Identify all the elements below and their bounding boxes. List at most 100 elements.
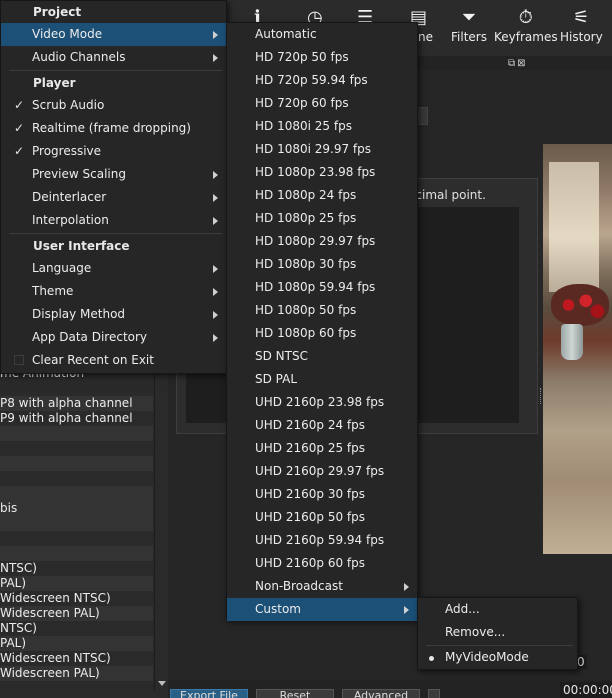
menu-item-display-method[interactable]: Display Method (1, 303, 226, 326)
video-mode-item[interactable]: HD 1080p 30 fps (227, 253, 417, 276)
menu-item-my-video-mode[interactable]: MyVideoMode (418, 646, 577, 669)
submenu-arrow-icon (213, 31, 218, 39)
menu-item-clear-recent[interactable]: Clear Recent on Exit (1, 349, 226, 372)
menu-item-language[interactable]: Language (1, 257, 226, 280)
menu-header-player: Player (33, 76, 76, 90)
menu-item-remove-custom[interactable]: Remove... (418, 621, 577, 644)
submenu-arrow-icon (213, 171, 218, 179)
submenu-arrow-icon (404, 606, 409, 614)
menu-item-progressive[interactable]: ✓ Progressive (1, 140, 226, 163)
video-mode-item[interactable]: UHD 2160p 60 fps (227, 552, 417, 575)
toolbar-history-button[interactable]: ⚟ History (560, 6, 603, 44)
video-mode-item[interactable]: HD 720p 59.94 fps (227, 69, 417, 92)
preset-list-scrollbar[interactable] (154, 360, 168, 690)
scroll-down-arrow-icon[interactable] (158, 681, 166, 686)
menu-item-deinterlacer[interactable]: Deinterlacer (1, 186, 226, 209)
preset-list-item[interactable]: Widescreen PAL) (0, 606, 153, 621)
video-mode-item[interactable]: SD PAL (227, 368, 417, 391)
toolbar-filters-button[interactable]: ⏷ Filters (451, 6, 487, 44)
preset-list-item[interactable]: Widescreen NTSC) (0, 651, 153, 666)
checkmark-icon: ✓ (14, 121, 25, 135)
submenu-arrow-icon (213, 217, 218, 225)
video-mode-item[interactable]: HD 1080p 50 fps (227, 299, 417, 322)
menu-item-theme[interactable]: Theme (1, 280, 226, 303)
menu-header-project: Project (33, 5, 82, 19)
export-file-button[interactable]: Export File (170, 689, 248, 698)
menu-separator (9, 233, 222, 234)
preset-list-item[interactable] (0, 456, 153, 471)
video-mode-menu: Automatic HD 720p 50 fps HD 720p 59.94 fps… (226, 22, 418, 621)
menu-item-interpolation[interactable]: Interpolation (1, 209, 226, 232)
preset-list-item[interactable] (0, 486, 153, 501)
submenu-arrow-icon (213, 194, 218, 202)
radio-bullet-icon (429, 656, 434, 661)
video-mode-item[interactable]: HD 1080p 24 fps (227, 184, 417, 207)
preset-list-item[interactable]: P8 with alpha channel (0, 396, 153, 411)
history-icon: ⚟ (573, 7, 590, 28)
menu-item-audio-channels[interactable]: Audio Channels (1, 46, 226, 69)
submenu-arrow-icon (404, 583, 409, 591)
close-icon[interactable]: ⊠ (517, 58, 527, 69)
menu-item-preview-scaling[interactable]: Preview Scaling (1, 163, 226, 186)
preview-window-light (549, 162, 599, 292)
video-mode-item[interactable]: UHD 2160p 29.97 fps (227, 460, 417, 483)
float-icon[interactable]: ⧉ (508, 58, 517, 69)
video-preview (543, 144, 612, 554)
filter-icon: ⏷ (461, 7, 477, 28)
timecode-duration[interactable]: 00:00:00; (560, 682, 612, 698)
menu-item-scrub-audio[interactable]: ✓ Scrub Audio (1, 94, 226, 117)
video-mode-item[interactable]: UHD 2160p 23.98 fps (227, 391, 417, 414)
preset-list-item[interactable] (0, 546, 153, 561)
menu-item-app-data-directory[interactable]: App Data Directory (1, 326, 226, 349)
video-mode-item[interactable]: UHD 2160p 30 fps (227, 483, 417, 506)
dock-buttons[interactable]: ⧉⊠ (508, 58, 528, 69)
video-mode-item[interactable]: HD 720p 50 fps (227, 46, 417, 69)
video-mode-item[interactable]: HD 1080p 25 fps (227, 207, 417, 230)
video-mode-item[interactable]: HD 1080p 59.94 fps (227, 276, 417, 299)
menu-separator (9, 70, 222, 71)
submenu-arrow-icon (213, 311, 218, 319)
video-mode-item[interactable]: Automatic (227, 23, 417, 46)
preset-list-item[interactable]: Widescreen PAL) (0, 666, 153, 681)
preset-list-item[interactable]: Widescreen NTSC) (0, 591, 153, 606)
menu-item-non-broadcast[interactable]: Non-Broadcast (227, 575, 417, 598)
video-mode-item[interactable]: SD NTSC (227, 345, 417, 368)
preset-list-item[interactable] (0, 516, 153, 531)
preset-list-item[interactable]: PAL) (0, 576, 153, 591)
extra-toggle[interactable] (428, 689, 440, 698)
preset-list-item[interactable] (0, 426, 153, 441)
menu-item-video-mode[interactable]: Video Mode (1, 23, 226, 46)
video-mode-item[interactable]: HD 720p 60 fps (227, 92, 417, 115)
custom-video-mode-menu: Add... Remove... MyVideoMode (417, 597, 578, 670)
menu-item-custom[interactable]: Custom (227, 598, 417, 621)
video-mode-item[interactable]: UHD 2160p 59.94 fps (227, 529, 417, 552)
unchecked-box-icon (14, 355, 24, 365)
preview-flowers (551, 284, 609, 326)
reset-button[interactable]: Reset (256, 689, 334, 698)
stopwatch-icon: ⏱ (518, 7, 533, 28)
submenu-arrow-icon (213, 54, 218, 62)
video-mode-item[interactable]: HD 1080p 60 fps (227, 322, 417, 345)
video-mode-item[interactable]: HD 1080i 29.97 fps (227, 138, 417, 161)
preview-vase (561, 324, 583, 360)
preset-list-item[interactable]: P9 with alpha channel (0, 411, 153, 426)
preset-list-item[interactable]: NTSC) (0, 561, 153, 576)
submenu-arrow-icon (213, 288, 218, 296)
submenu-arrow-icon (213, 334, 218, 342)
advanced-button[interactable]: Advanced (342, 689, 420, 698)
video-mode-item[interactable]: HD 1080p 29.97 fps (227, 230, 417, 253)
video-mode-item[interactable]: UHD 2160p 24 fps (227, 414, 417, 437)
preset-list-item[interactable]: bis (0, 501, 153, 516)
menu-item-add-custom[interactable]: Add... (418, 598, 577, 621)
video-mode-item[interactable]: UHD 2160p 25 fps (227, 437, 417, 460)
panel-hint-text: ecimal point. (408, 188, 486, 202)
preset-list-item[interactable]: NTSC) (0, 621, 153, 636)
video-mode-item[interactable]: HD 1080i 25 fps (227, 115, 417, 138)
video-mode-item[interactable]: HD 1080p 23.98 fps (227, 161, 417, 184)
preset-list-item[interactable]: PAL) (0, 636, 153, 651)
checkmark-icon: ✓ (14, 98, 25, 112)
toolbar-keyframes-button[interactable]: ⏱ Keyframes (494, 6, 558, 44)
menu-item-realtime[interactable]: ✓ Realtime (frame dropping) (1, 117, 226, 140)
settings-menu: Project Video Mode Audio Channels Player… (0, 0, 227, 374)
video-mode-item[interactable]: UHD 2160p 50 fps (227, 506, 417, 529)
